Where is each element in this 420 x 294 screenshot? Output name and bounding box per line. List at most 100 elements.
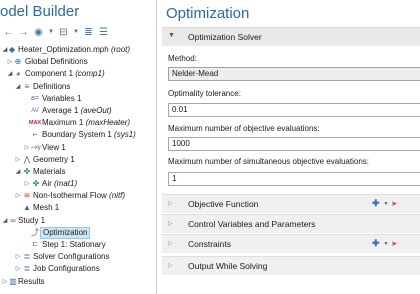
arrow-left-icon[interactable]: ←: [2, 26, 15, 39]
tree-item-air[interactable]: ▷ ✤ Air (mat1): [0, 178, 156, 190]
tree-item-step-stationary[interactable]: ⊏ Step 1: Stationary: [0, 239, 156, 251]
max-objective-evaluations-value: 1000: [172, 139, 190, 148]
tree-item-label: Mesh 1: [33, 203, 60, 213]
tree-item-tag: (comp1): [75, 69, 105, 79]
tree-item-root[interactable]: ◢ ◆ Heater_Optimization.mph (root): [0, 44, 156, 56]
tree-item-tag: (root): [110, 45, 131, 54]
tree-item-non-isothermal-flow[interactable]: ▷ ≋ Non-Isothermal Flow (nitf): [0, 190, 156, 202]
optimality-tolerance-label: Optimality tolerance:: [168, 89, 241, 98]
variables-icon: a=: [31, 94, 39, 102]
tree-item-tag: (nitf): [109, 191, 126, 201]
arrow-right-icon[interactable]: →: [17, 26, 30, 39]
section-title: Optimization Solver: [188, 32, 262, 42]
expand-toggle[interactable]: ▷: [14, 154, 22, 166]
section-actions: ✚ ▼ ▸: [372, 198, 397, 209]
chevron-down-icon[interactable]: ▼: [47, 26, 55, 39]
average-icon: AV: [31, 107, 39, 114]
max-simultaneous-evaluations-label: Maximum number of simultaneous objective…: [168, 157, 369, 166]
geometry-icon: ⋀: [23, 154, 31, 164]
tree-item-view[interactable]: ▷ ⌐xy View 1: [0, 142, 156, 154]
output-while-solving-section[interactable]: ▷ Output While Solving: [162, 256, 420, 275]
tree-item-geometry[interactable]: ▷ ⋀ Geometry 1: [0, 154, 156, 166]
solver-icon: ≣: [23, 252, 31, 262]
tree-item-label: Non-Isothermal Flow: [33, 191, 107, 201]
tree-item-study[interactable]: ◢ ∞ Study 1: [0, 215, 156, 227]
tree-item-label: Heater_Optimization.mph: [18, 45, 109, 54]
max-simultaneous-evaluations-input[interactable]: 1: [168, 172, 420, 186]
model-builder-title: odel Builder: [0, 3, 80, 20]
collapse-icon[interactable]: ⊟: [57, 26, 70, 39]
show-icon[interactable]: ◉: [32, 26, 45, 39]
tree-item-global-definitions[interactable]: ▷ ⊕ Global Definitions: [0, 56, 156, 68]
chevron-right-icon: ▷: [168, 263, 173, 269]
optimality-tolerance-input[interactable]: 0.01: [168, 103, 420, 117]
materials-icon: ✤: [23, 166, 31, 176]
tree-item-label: Optimization: [43, 227, 88, 237]
expand-toggle[interactable]: ▷: [23, 178, 31, 190]
expand-toggle[interactable]: ◢: [14, 81, 22, 93]
tree-item-label: Air: [42, 179, 52, 189]
settings-title: Optimization: [166, 5, 250, 22]
expand-toggle[interactable]: ▷: [14, 190, 22, 202]
tree-item-boundary-system[interactable]: ⌐ Boundary System 1 (sys1): [0, 129, 156, 141]
add-icon[interactable]: ✚: [372, 238, 380, 249]
globe-icon: ⊕: [14, 57, 22, 67]
expand-icon[interactable]: ≣: [82, 26, 95, 39]
tree-item-materials[interactable]: ◢ ✤ Materials: [0, 166, 156, 178]
tree-item-label: View 1: [42, 142, 66, 152]
add-icon[interactable]: ✚: [372, 198, 380, 209]
objective-function-section[interactable]: ▷ Objective Function ✚ ▼ ▸: [162, 194, 420, 213]
settings-panel: Optimization ▼ Optimization Solver Metho…: [158, 0, 420, 294]
tree-item-component[interactable]: ◢ ◕ Component 1 (comp1): [0, 68, 156, 80]
chevron-down-icon[interactable]: ▼: [384, 241, 389, 247]
method-select[interactable]: Nelder-Mead: [168, 67, 420, 81]
max-icon: MAX: [29, 120, 42, 127]
section-title: Objective Function: [188, 199, 259, 209]
tree-item-job-configurations[interactable]: ▷ ≣ Job Configurations: [0, 263, 156, 275]
step-icon: ⊏: [32, 241, 38, 248]
expand-toggle[interactable]: ▷: [14, 263, 22, 275]
expand-toggle[interactable]: ▷: [23, 142, 31, 154]
tree-item-label: Solver Configurations: [33, 252, 110, 262]
expand-toggle[interactable]: ▷: [14, 251, 22, 263]
max-objective-evaluations-input[interactable]: 1000: [168, 137, 420, 151]
tree-item-tag: (sys1): [114, 130, 136, 140]
tree-item-results[interactable]: ▷ ▥ Results: [0, 276, 156, 288]
tree-item-mesh[interactable]: ▲ Mesh 1: [0, 202, 156, 214]
optimization-solver-section-header[interactable]: ▼ Optimization Solver: [162, 28, 420, 46]
max-objective-evaluations-label: Maximum number of objective evaluations:: [168, 124, 320, 133]
tree-item-definitions[interactable]: ◢ ≡ Definitions: [0, 81, 156, 93]
chevron-down-icon[interactable]: ▼: [384, 201, 389, 207]
control-variables-section[interactable]: ▷ Control Variables and Parameters: [162, 214, 420, 233]
tree-item-maximum[interactable]: MAX Maximum 1 (maxHeater): [0, 117, 156, 129]
tree-item-label: Materials: [33, 166, 66, 176]
material-icon: ✤: [32, 179, 40, 189]
tree-item-label: Maximum 1: [42, 118, 84, 128]
tree-item-label: Variables 1: [42, 93, 82, 103]
job-icon: ≣: [23, 264, 31, 274]
flag-icon[interactable]: ▸: [393, 238, 398, 249]
constraints-section[interactable]: ▷ Constraints ✚ ▼ ▸: [162, 234, 420, 253]
tree-item-label: Job Configurations: [33, 264, 100, 274]
physics-icon: ≋: [23, 191, 31, 201]
method-label: Method:: [168, 54, 197, 63]
model-tree: ◢ ◆ Heater_Optimization.mph (root) ▷ ⊕ G…: [0, 44, 156, 288]
view-icon: ⌐xy: [31, 144, 41, 151]
max-simultaneous-evaluations-value: 1: [172, 174, 177, 183]
tree-item-average[interactable]: AV Average 1 (aveOut): [0, 105, 156, 117]
tree-item-label: Boundary System 1: [42, 130, 112, 140]
tree-options-icon[interactable]: ☰: [97, 26, 110, 39]
tree-item-label: Study 1: [18, 215, 46, 225]
tree-item-tag: (mat1): [54, 179, 78, 189]
tree-item-solver-configurations[interactable]: ▷ ≣ Solver Configurations: [0, 251, 156, 263]
tree-item-label: Global Definitions: [25, 57, 88, 67]
definitions-icon: ≡: [24, 81, 30, 91]
tree-item-tag: (aveOut): [80, 105, 112, 115]
flag-icon[interactable]: ▸: [393, 198, 398, 209]
model-builder-toolbar: ← → ◉ ▼ ⊟ ▼ ≣ ☰: [2, 24, 110, 40]
tree-item-optimization[interactable]: ⤴ Optimization: [0, 226, 156, 239]
coord-icon: ⌐: [32, 130, 38, 140]
tree-item-variables[interactable]: a= Variables 1: [0, 93, 156, 105]
chevron-down-icon[interactable]: ▼: [72, 26, 80, 39]
expand-toggle[interactable]: ◢: [14, 166, 22, 178]
